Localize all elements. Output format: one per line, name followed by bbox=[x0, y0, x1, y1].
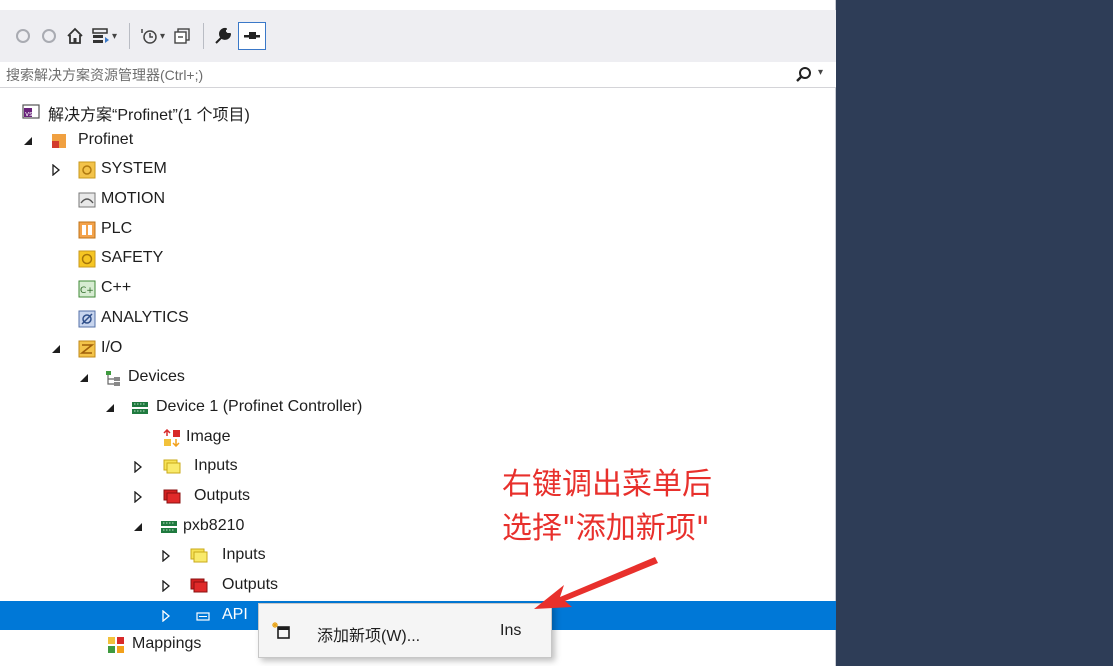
solution-tree: vs 解决方案“Profinet”(1 个项目) Profinet SYSTEM… bbox=[0, 96, 836, 660]
devices-icon bbox=[106, 371, 120, 387]
expand-arrow-icon[interactable] bbox=[50, 164, 62, 177]
inputs-icon bbox=[163, 459, 181, 474]
annotation-text: 右键调出菜单后 选择"添加新项" bbox=[502, 463, 712, 551]
collapse-arrow-icon[interactable] bbox=[104, 402, 116, 414]
svg-text:C+: C+ bbox=[80, 286, 94, 296]
tree-item-solution[interactable]: vs 解决方案“Profinet”(1 个项目) bbox=[0, 96, 836, 126]
sync-dropdown-icon[interactable]: ▾ bbox=[112, 31, 117, 42]
history-icon[interactable] bbox=[138, 25, 160, 47]
tree-item-safety[interactable]: SAFETY bbox=[0, 244, 836, 274]
tree-label: Inputs bbox=[222, 546, 266, 564]
cpp-icon: C+ bbox=[78, 280, 96, 298]
toolbar-separator bbox=[203, 23, 205, 49]
annotation-line: 右键调出菜单后 bbox=[502, 467, 712, 502]
image-icon bbox=[163, 428, 180, 447]
editor-background bbox=[836, 0, 1113, 666]
ethernet-device-icon bbox=[161, 520, 177, 533]
ethernet-device-icon bbox=[132, 401, 148, 414]
menu-item-add-new-item[interactable]: 添加新项(W)... Ins bbox=[263, 611, 547, 651]
tree-label: Image bbox=[186, 427, 231, 445]
search-icon[interactable] bbox=[794, 65, 814, 85]
menu-item-label: 添加新项(W)... bbox=[317, 628, 421, 645]
tree-label: C++ bbox=[101, 279, 132, 297]
solution-icon: vs bbox=[22, 104, 40, 119]
home-icon[interactable] bbox=[64, 25, 86, 47]
tree-label: pxb8210 bbox=[183, 516, 245, 534]
search-bar: ▾ bbox=[0, 62, 836, 88]
tree-label: ANALYTICS bbox=[101, 308, 189, 326]
mappings-icon bbox=[108, 637, 124, 654]
tree-label: Inputs bbox=[194, 457, 238, 475]
tree-label: I/O bbox=[101, 338, 123, 356]
context-menu: 添加新项(W)... Ins bbox=[258, 603, 552, 658]
tree-item-project[interactable]: Profinet bbox=[0, 126, 836, 156]
analytics-icon bbox=[78, 310, 96, 328]
collapse-arrow-icon[interactable] bbox=[50, 343, 62, 355]
safety-icon bbox=[78, 250, 96, 268]
tree-label: MOTION bbox=[101, 190, 165, 208]
tree-item-plc[interactable]: PLC bbox=[0, 215, 836, 245]
io-icon bbox=[78, 340, 96, 357]
collapse-arrow-icon[interactable] bbox=[22, 135, 34, 147]
tree-item-analytics[interactable]: ANALYTICS bbox=[0, 304, 836, 334]
tree-item-devices[interactable]: Devices bbox=[0, 363, 836, 393]
outputs-icon bbox=[163, 489, 181, 504]
explorer-toolbar: ▾ ▾ bbox=[0, 10, 836, 62]
expand-arrow-icon[interactable] bbox=[132, 461, 144, 474]
tree-label: API bbox=[222, 605, 248, 623]
tree-item-system[interactable]: SYSTEM bbox=[0, 155, 836, 185]
tree-item-cpp[interactable]: C+ C++ bbox=[0, 274, 836, 304]
forward-icon[interactable] bbox=[38, 25, 60, 47]
collapse-arrow-icon[interactable] bbox=[78, 372, 90, 384]
tree-label: Mappings bbox=[132, 635, 202, 653]
system-icon bbox=[78, 161, 96, 179]
expand-arrow-icon[interactable] bbox=[160, 580, 172, 592]
outputs-icon bbox=[190, 578, 208, 593]
tree-label: Outputs bbox=[222, 576, 279, 593]
pin-icon[interactable] bbox=[238, 22, 267, 50]
menu-item-shortcut: Ins bbox=[500, 622, 522, 639]
collapse-all-icon[interactable] bbox=[171, 25, 193, 47]
tree-item-io[interactable]: I/O bbox=[0, 334, 836, 364]
tree-item-image[interactable]: Image bbox=[0, 423, 836, 453]
sync-icon[interactable] bbox=[90, 25, 112, 47]
tree-label: Profinet bbox=[78, 130, 134, 148]
tree-item-motion[interactable]: MOTION bbox=[0, 185, 836, 215]
annotation-arrow bbox=[534, 557, 658, 609]
tree-item-device1[interactable]: Device 1 (Profinet Controller) bbox=[0, 393, 836, 423]
collapse-arrow-icon[interactable] bbox=[132, 521, 144, 533]
svg-text:vs: vs bbox=[25, 110, 33, 118]
tree-label: 解决方案“Profinet”(1 个项目) bbox=[48, 107, 250, 124]
expand-arrow-icon[interactable] bbox=[160, 550, 172, 563]
motion-icon bbox=[78, 192, 96, 208]
back-icon[interactable] bbox=[12, 25, 34, 47]
search-options-icon[interactable]: ▾ bbox=[818, 67, 823, 78]
history-dropdown-icon[interactable]: ▾ bbox=[160, 31, 165, 42]
tree-label: Devices bbox=[128, 368, 185, 386]
toolbar-separator bbox=[129, 23, 131, 49]
tree-label: SAFETY bbox=[101, 249, 164, 267]
expand-arrow-icon[interactable] bbox=[132, 490, 144, 503]
properties-icon[interactable] bbox=[212, 25, 234, 47]
tree-label: SYSTEM bbox=[101, 160, 167, 178]
add-new-item-icon bbox=[272, 622, 290, 639]
api-icon bbox=[196, 612, 210, 621]
plc-icon bbox=[78, 221, 96, 239]
tree-label: Device 1 (Profinet Controller) bbox=[156, 397, 363, 415]
tree-item-pxb-outputs[interactable]: Outputs bbox=[0, 571, 836, 601]
tree-label: Outputs bbox=[194, 486, 251, 504]
twincat-project-icon bbox=[52, 133, 66, 148]
expand-arrow-icon[interactable] bbox=[160, 609, 172, 622]
search-input[interactable] bbox=[0, 62, 760, 87]
inputs-icon bbox=[190, 548, 208, 563]
solution-explorer-panel: ▾ ▾ ▾ vs 解决方案“Profinet”(1 个项目) Prof bbox=[0, 0, 836, 666]
tree-label: PLC bbox=[101, 219, 133, 237]
